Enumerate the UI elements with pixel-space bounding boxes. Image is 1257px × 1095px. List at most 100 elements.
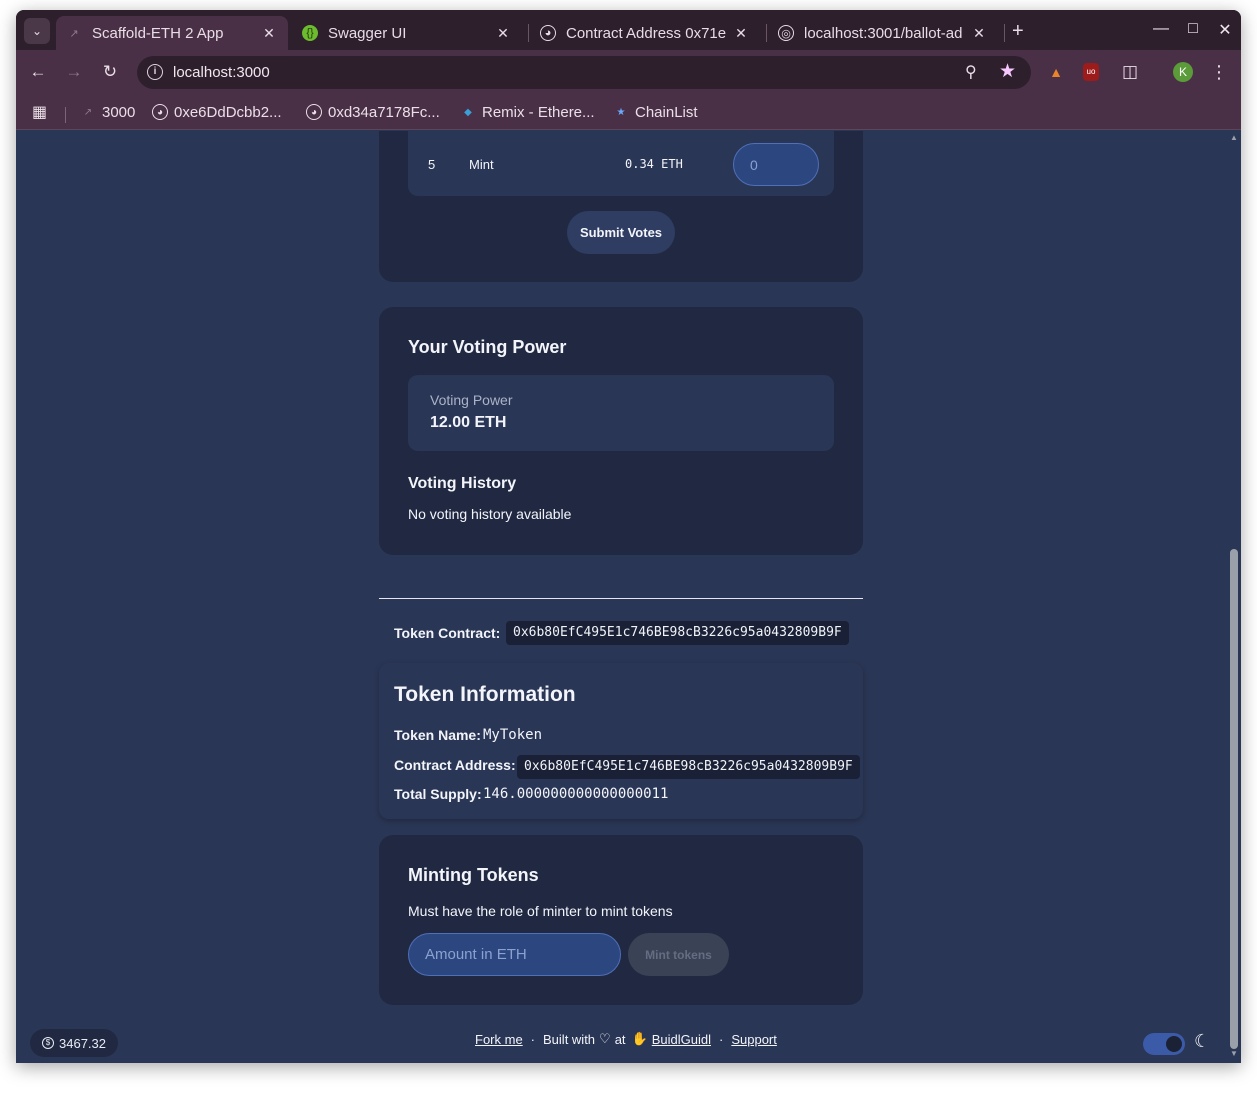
metamask-icon[interactable]: ▲ — [1046, 62, 1066, 82]
mint-amount-input[interactable]: Amount in ETH — [408, 933, 621, 976]
maximize-icon: □ — [1188, 20, 1198, 37]
maximize-button[interactable]: □ — [1179, 20, 1207, 38]
browser-toolbar: ← → ↻ i localhost:3000 ⚲ ★ ▲ uo ◫ K ⋮ — [16, 50, 1241, 94]
proposals-table: 5 Mint 0.34 ETH 0 — [408, 131, 834, 196]
extensions-puzzle-icon[interactable]: ◫ — [1120, 62, 1140, 82]
tab-etherscan[interactable]: ◕ Contract Address 0x71e ✕ — [530, 16, 760, 50]
heart-icon: ♡ — [599, 1031, 611, 1046]
tab-search-button[interactable]: ⌄ — [24, 18, 50, 44]
new-tab-button[interactable]: + — [1012, 20, 1024, 43]
bookmark-item[interactable]: ★ ChainList — [613, 101, 698, 123]
minting-note: Must have the role of minter to mint tok… — [408, 903, 673, 919]
bookmark-label: 0xd34a7178Fc... — [328, 103, 440, 121]
vote-amount-input[interactable]: 0 — [733, 143, 819, 186]
site-info-icon[interactable]: i — [147, 64, 163, 80]
bookmark-label: Remix - Ethere... — [482, 103, 595, 121]
voting-power-stat: Voting Power 12.00 ETH — [408, 375, 834, 451]
contract-address-value: 0x6b80EfC495E1c746BE98cB3226c95a0432809B… — [517, 755, 860, 779]
apps-button[interactable]: ▦ — [32, 101, 47, 123]
reload-button[interactable]: ↻ — [98, 60, 122, 84]
forward-button[interactable]: → — [62, 60, 86, 84]
voting-history-empty: No voting history available — [408, 506, 572, 522]
swagger-icon: {} — [302, 25, 318, 41]
tab-divider — [1004, 24, 1005, 42]
minimize-button[interactable]: — — [1147, 20, 1175, 38]
footer-separator: · — [530, 1031, 536, 1047]
table-row-name: Mint — [469, 157, 494, 172]
support-link[interactable]: Support — [731, 1032, 777, 1047]
tab-swagger[interactable]: {} Swagger UI ✕ — [292, 16, 522, 50]
browser-window: ⌄ ↗ Scaffold-ETH 2 App ✕ {} Swagger UI ✕… — [16, 10, 1241, 1063]
bookmark-item[interactable]: ◕ 0xd34a7178Fc... — [306, 101, 440, 123]
etherscan-icon: ◕ — [540, 25, 556, 41]
page-scrollbar[interactable]: ▲ ▼ — [1227, 131, 1241, 1063]
tab-title: Contract Address 0x71e — [566, 24, 726, 42]
etherscan-icon: ◕ — [306, 104, 322, 120]
bookmark-item[interactable]: ◕ 0xe6DdDcbb2... — [152, 101, 282, 123]
buidlguidl-link[interactable]: BuidlGuidl — [652, 1032, 711, 1047]
close-window-button[interactable]: ✕ — [1211, 20, 1239, 40]
eth-price-value: 3467.32 — [59, 1035, 106, 1051]
close-icon[interactable]: ✕ — [494, 25, 512, 42]
address-bar[interactable]: i localhost:3000 ⚲ ★ — [137, 56, 1031, 89]
bookmark-label: 0xe6DdDcbb2... — [174, 103, 282, 121]
currency-dollar-icon: $ — [42, 1037, 54, 1049]
close-icon[interactable]: ✕ — [260, 25, 278, 42]
bookmark-label: ChainList — [635, 103, 698, 121]
close-icon: ✕ — [1218, 22, 1232, 39]
tab-divider — [766, 24, 767, 42]
tab-strip: ⌄ ↗ Scaffold-ETH 2 App ✕ {} Swagger UI ✕… — [16, 10, 1241, 50]
etherscan-icon: ◕ — [152, 104, 168, 120]
table-row-price: 0.34 ETH — [625, 157, 683, 171]
tab-scaffold-eth[interactable]: ↗ Scaffold-ETH 2 App ✕ — [56, 16, 288, 50]
tab-ballot[interactable]: ◎ localhost:3001/ballot-ad ✕ — [768, 16, 998, 50]
scaffold-eth-icon: ↗ — [83, 106, 93, 118]
tab-divider — [528, 24, 529, 42]
remix-icon: ◆ — [464, 106, 472, 118]
buidlguidl-icon: ✋ — [631, 1031, 648, 1046]
contract-address-label: Contract Address: — [394, 757, 516, 773]
ublock-icon[interactable]: uo — [1083, 63, 1099, 81]
total-supply-label: Total Supply: — [394, 786, 482, 802]
minting-title: Minting Tokens — [408, 865, 539, 885]
token-name-value: MyToken — [483, 727, 543, 743]
back-button[interactable]: ← — [26, 60, 50, 84]
voting-power-title: Your Voting Power — [408, 337, 567, 357]
arrow-right-icon: → — [65, 62, 83, 81]
bookmarks-bar: ▦ ↗ 3000 ◕ 0xe6DdDcbb2... ◕ 0xd34a7178Fc… — [16, 94, 1241, 130]
token-info-title: Token Information — [394, 683, 576, 706]
token-contract-label: Token Contract: — [394, 625, 501, 641]
tab-title: localhost:3001/ballot-ad — [804, 24, 963, 42]
submit-votes-button[interactable]: Submit Votes — [567, 211, 675, 254]
close-icon[interactable]: ✕ — [970, 25, 988, 42]
voting-power-value: 12.00 ETH — [430, 414, 507, 431]
close-icon[interactable]: ✕ — [732, 25, 750, 42]
bookmark-item[interactable]: ◆ Remix - Ethere... — [460, 101, 595, 123]
profile-avatar[interactable]: K — [1173, 62, 1193, 82]
zoom-icon[interactable]: ⚲ — [965, 62, 977, 82]
plus-icon: + — [1012, 20, 1024, 42]
eth-price-badge[interactable]: $ 3467.32 — [30, 1029, 118, 1057]
toggle-knob — [1166, 1036, 1182, 1052]
moon-icon: ☾ — [1194, 1031, 1211, 1051]
scroll-down-arrow-icon[interactable]: ▼ — [1230, 1049, 1238, 1058]
tab-title: Swagger UI — [328, 24, 407, 42]
token-info-card: Token Information Token Name: MyToken Co… — [379, 663, 863, 819]
theme-toggle[interactable] — [1143, 1033, 1185, 1055]
apps-grid-icon: ▦ — [32, 104, 48, 121]
bookmark-divider — [65, 107, 66, 123]
bookmark-star-icon[interactable]: ★ — [999, 60, 1016, 83]
fork-me-link[interactable]: Fork me — [475, 1032, 523, 1047]
url-text[interactable]: localhost:3000 — [173, 64, 270, 81]
tab-title: Scaffold-ETH 2 App — [92, 24, 224, 42]
more-menu-icon[interactable]: ⋮ — [1209, 62, 1229, 82]
mint-tokens-button[interactable]: Mint tokens — [628, 933, 729, 976]
scroll-up-arrow-icon[interactable]: ▲ — [1230, 133, 1238, 142]
chainlist-icon: ★ — [616, 106, 626, 118]
scrollbar-thumb[interactable] — [1230, 549, 1238, 1049]
footer-links: Fork me · Built with ♡ at ✋ BuidlGuidl ·… — [475, 1031, 777, 1047]
voting-power-label: Voting Power — [430, 392, 513, 408]
bookmark-item[interactable]: ↗ 3000 — [80, 101, 136, 123]
voting-power-card: Your Voting Power Voting Power 12.00 ETH… — [379, 307, 863, 555]
built-with-text: Built with — [543, 1031, 596, 1047]
